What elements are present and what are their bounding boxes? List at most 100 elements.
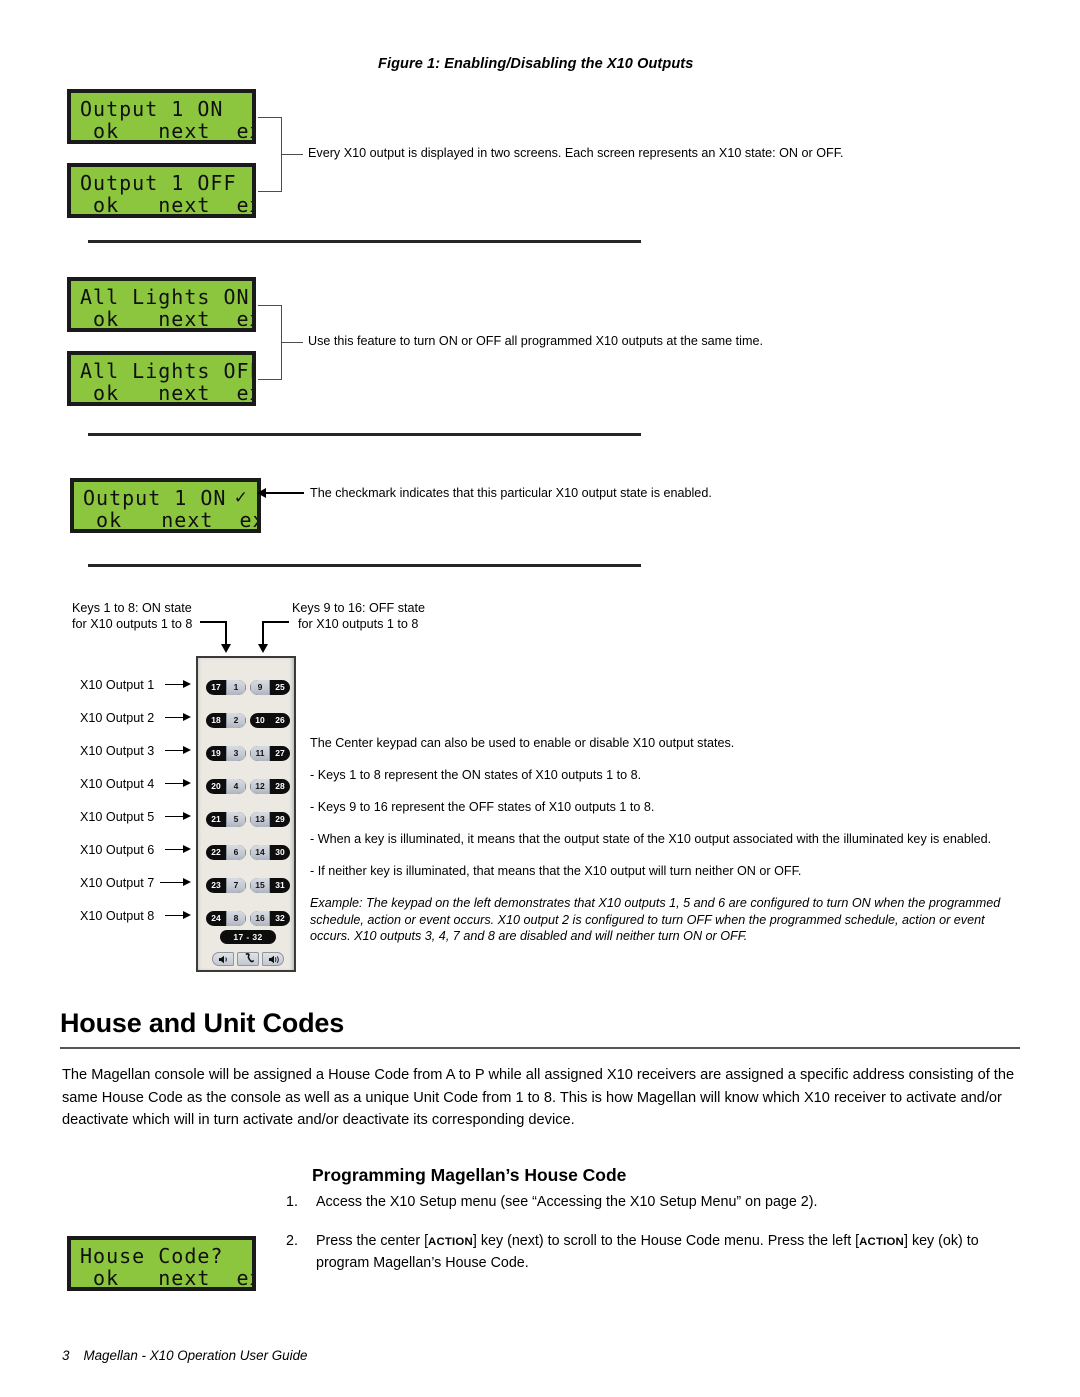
- lcd-line-2: ok next exit: [93, 381, 252, 405]
- keypad-row-8[interactable]: 24 8 16 32: [206, 911, 290, 926]
- keypad-key-number: 29: [275, 814, 285, 824]
- keypad-row-7[interactable]: 23 7 15 31: [206, 878, 290, 893]
- keypad-key-number: 27: [275, 748, 285, 758]
- keypad-leader-left-horizontal: [200, 621, 227, 623]
- page-number: 3: [62, 1348, 70, 1363]
- keypad-row-2[interactable]: 18 2 10 26: [206, 713, 290, 728]
- output-arrow-4-head: [183, 779, 191, 787]
- lcd-line-1: Output 1 ON: [83, 486, 227, 510]
- action-key-badge: ACTION: [428, 1236, 473, 1248]
- keypad-leader-right-vertical: [262, 621, 264, 645]
- keypad-key-off-3[interactable]: 11 27: [250, 746, 290, 761]
- keypad-note-bullet-1: - Keys 1 to 8 represent the ON states of…: [310, 768, 642, 782]
- callout-bracket-bottom: [258, 191, 282, 192]
- keypad-key-off-1[interactable]: 9 25: [250, 680, 290, 695]
- step-number: 1.: [286, 1194, 298, 1210]
- keypad-row-3[interactable]: 19 3 11 27: [206, 746, 290, 761]
- page-footer: 3 Magellan - X10 Operation User Guide: [62, 1348, 308, 1363]
- center-keypad[interactable]: 17 1 9 25 18 2 10 26 19 3 11 27 20 4 12 …: [196, 656, 296, 972]
- callout-checkmark: The checkmark indicates that this partic…: [310, 486, 712, 500]
- keypad-key-on-6[interactable]: 22 6: [206, 845, 246, 860]
- output-arrow-4-line: [165, 783, 185, 784]
- keypad-row-6[interactable]: 22 6 14 30: [206, 845, 290, 860]
- lcd-output-1-on: Output 1 ON ok next exit: [67, 89, 256, 144]
- output-arrow-6-head: [183, 845, 191, 853]
- keypad-output-label-4: X10 Output 4: [80, 777, 155, 791]
- keypad-top-label-right-line1: Keys 9 to 16: OFF state: [292, 601, 425, 615]
- keypad-key-off-2[interactable]: 10 26: [250, 713, 290, 728]
- speaker-high-icon[interactable]: [262, 952, 284, 966]
- output-arrow-7-line: [160, 882, 185, 883]
- lcd-line-1: All Lights OFF: [80, 359, 256, 383]
- keypad-key-on-1[interactable]: 17 1: [206, 680, 246, 695]
- step-text: Access the X10 Setup menu (see “Accessin…: [316, 1194, 818, 1210]
- callout-all-lights: Use this feature to turn ON or OFF all p…: [308, 334, 763, 348]
- section-divider: [60, 1047, 1020, 1049]
- keypad-key-off-4[interactable]: 12 28: [250, 779, 290, 794]
- keypad-key-number: 21: [211, 814, 221, 824]
- lcd-line-1: Output 1 ON: [80, 97, 224, 121]
- keypad-key-number: 10: [255, 715, 265, 725]
- output-arrow-5-head: [183, 812, 191, 820]
- keypad-key-number: 23: [211, 880, 221, 890]
- lcd-line-1: All Lights ON: [80, 285, 250, 309]
- keypad-key-on-3[interactable]: 19 3: [206, 746, 246, 761]
- output-arrow-7-head: [183, 878, 191, 886]
- keypad-key-number: 5: [226, 812, 246, 827]
- keypad-key-number: 26: [275, 715, 285, 725]
- keypad-key-number: 22: [211, 847, 221, 857]
- keypad-key-number: 4: [226, 779, 246, 794]
- keypad-range-button[interactable]: 17 - 32: [220, 930, 276, 944]
- lcd-output-1-on-checked: Output 1 ON ok next exit ✓: [70, 478, 261, 533]
- keypad-note-bullet-4: - If neither key is illuminated, that me…: [310, 864, 802, 878]
- lcd-all-lights-off: All Lights OFF ok next exit: [67, 351, 256, 406]
- output-arrow-2-line: [165, 717, 185, 718]
- keypad-note-intro: The Center keypad can also be used to en…: [310, 736, 735, 750]
- keypad-key-number: 16: [250, 911, 270, 926]
- lcd-output-1-off: Output 1 OFF ok next exit: [67, 163, 256, 218]
- page-title: House and Unit Codes: [60, 1008, 345, 1038]
- procedure-step-1: 1. Access the X10 Setup menu (see “Acces…: [286, 1192, 1026, 1213]
- keypad-key-on-4[interactable]: 20 4: [206, 779, 246, 794]
- keypad-row-4[interactable]: 20 4 12 28: [206, 779, 290, 794]
- keypad-key-off-5[interactable]: 13 29: [250, 812, 290, 827]
- output-arrow-8-line: [165, 915, 185, 916]
- keypad-key-number: 17: [211, 682, 221, 692]
- procedure-steps: 1. Access the X10 Setup menu (see “Acces…: [286, 1192, 1026, 1292]
- keypad-note-example: Example: The keypad on the left demonstr…: [310, 896, 1001, 943]
- step-number: 2.: [286, 1233, 298, 1249]
- callout-two-screens: Every X10 output is displayed in two scr…: [308, 146, 844, 160]
- keypad-arrowhead-right: [258, 644, 268, 653]
- keypad-key-off-8[interactable]: 16 32: [250, 911, 290, 926]
- section-paragraph: The Magellan console will be assigned a …: [62, 1067, 1015, 1128]
- callout-arrowhead: [257, 488, 266, 498]
- callout-leader-line: [281, 342, 303, 343]
- output-arrow-2-head: [183, 713, 191, 721]
- keypad-key-off-7[interactable]: 15 31: [250, 878, 290, 893]
- keypad-key-number: 32: [275, 913, 285, 923]
- keypad-top-label-left-line2: for X10 outputs 1 to 8: [72, 617, 193, 631]
- keypad-key-number: 25: [275, 682, 285, 692]
- footer-title: Magellan - X10 Operation User Guide: [83, 1348, 308, 1363]
- step-text-part-a: Press the center [: [316, 1233, 429, 1249]
- keypad-key-on-8[interactable]: 24 8: [206, 911, 246, 926]
- keypad-key-number: 20: [211, 781, 221, 791]
- keypad-key-on-2[interactable]: 18 2: [206, 713, 246, 728]
- keypad-row-5[interactable]: 21 5 13 29: [206, 812, 290, 827]
- keypad-key-number: 8: [226, 911, 246, 926]
- phone-icon[interactable]: [237, 952, 259, 966]
- keypad-key-number: 13: [250, 812, 270, 827]
- lcd-line-2: ok next exit: [93, 1266, 252, 1290]
- speaker-low-icon[interactable]: [212, 952, 234, 966]
- keypad-output-label-6: X10 Output 6: [80, 843, 155, 857]
- keypad-key-number: 19: [211, 748, 221, 758]
- keypad-key-off-6[interactable]: 14 30: [250, 845, 290, 860]
- keypad-key-on-5[interactable]: 21 5: [206, 812, 246, 827]
- keypad-key-number: 14: [250, 845, 270, 860]
- keypad-key-number: 24: [211, 913, 221, 923]
- keypad-key-on-7[interactable]: 23 7: [206, 878, 246, 893]
- keypad-output-label-5: X10 Output 5: [80, 810, 155, 824]
- lcd-line-2: ok next exit: [96, 508, 257, 532]
- keypad-row-1[interactable]: 17 1 9 25: [206, 680, 290, 695]
- callout-bracket-top: [258, 117, 282, 118]
